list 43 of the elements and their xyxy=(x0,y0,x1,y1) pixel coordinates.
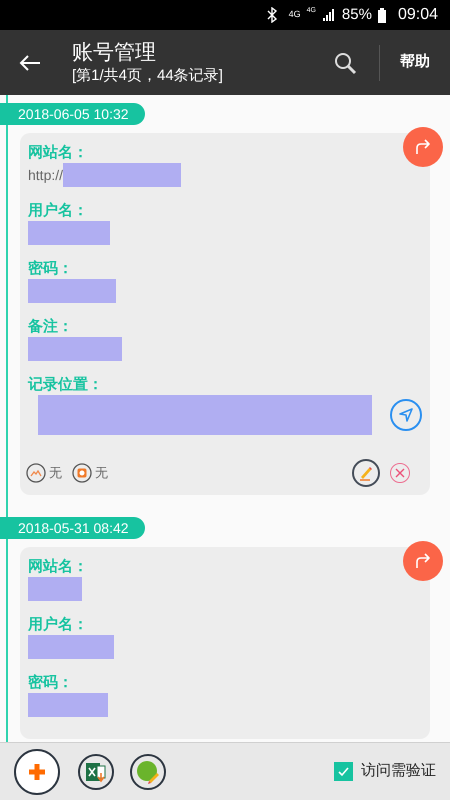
field-value: http:// xyxy=(28,166,64,185)
field-label: 网站名： xyxy=(28,143,88,163)
verify-label: 访问需验证 xyxy=(361,761,436,782)
verify-checkbox[interactable] xyxy=(334,762,353,781)
robot-pencil-icon xyxy=(135,758,161,784)
plus-icon xyxy=(27,762,47,782)
navigation-arrow-icon xyxy=(398,407,414,423)
network-label: 4G xyxy=(288,8,301,22)
field-label: 用户名： xyxy=(28,201,88,221)
alarm-clock-icon xyxy=(72,463,92,483)
page-title: 账号管理 xyxy=(72,40,157,66)
alarm-status: 无 xyxy=(95,464,108,482)
close-icon xyxy=(395,468,405,478)
photo-icon xyxy=(26,463,46,483)
help-button[interactable]: 帮助 xyxy=(380,42,450,82)
delete-button[interactable] xyxy=(390,463,410,483)
field-label: 记录位置： xyxy=(28,375,103,395)
field-label: 备注： xyxy=(28,317,73,337)
share-button[interactable] xyxy=(403,127,443,167)
photo-count: 无 xyxy=(49,464,62,482)
field-label: 用户名： xyxy=(28,615,88,635)
export-excel-button[interactable] xyxy=(78,754,114,790)
navigate-button[interactable] xyxy=(390,399,422,431)
signal-icon xyxy=(322,8,336,22)
check-icon xyxy=(337,765,350,778)
share-button[interactable] xyxy=(403,541,443,581)
bluetooth-icon xyxy=(266,7,277,23)
clock: 09:04 xyxy=(398,5,438,25)
spreadsheet-icon xyxy=(85,760,107,782)
battery-percent: 85% xyxy=(342,4,372,25)
back-arrow-icon xyxy=(19,54,41,72)
field-label: 网站名： xyxy=(28,557,88,577)
page-subtitle: [第1/共4页，44条记录] xyxy=(72,66,224,86)
app-edit-button[interactable] xyxy=(130,754,166,790)
field-label: 密码： xyxy=(28,259,73,279)
search-icon xyxy=(333,50,357,74)
date-tag: 2018-05-31 08:42 xyxy=(0,517,145,539)
battery-icon xyxy=(378,8,386,22)
edit-button[interactable] xyxy=(352,459,380,487)
add-button[interactable] xyxy=(14,748,60,794)
field-label: 密码： xyxy=(28,673,73,693)
pencil-icon xyxy=(358,465,374,481)
date-tag: 2018-06-05 10:32 xyxy=(0,103,145,125)
